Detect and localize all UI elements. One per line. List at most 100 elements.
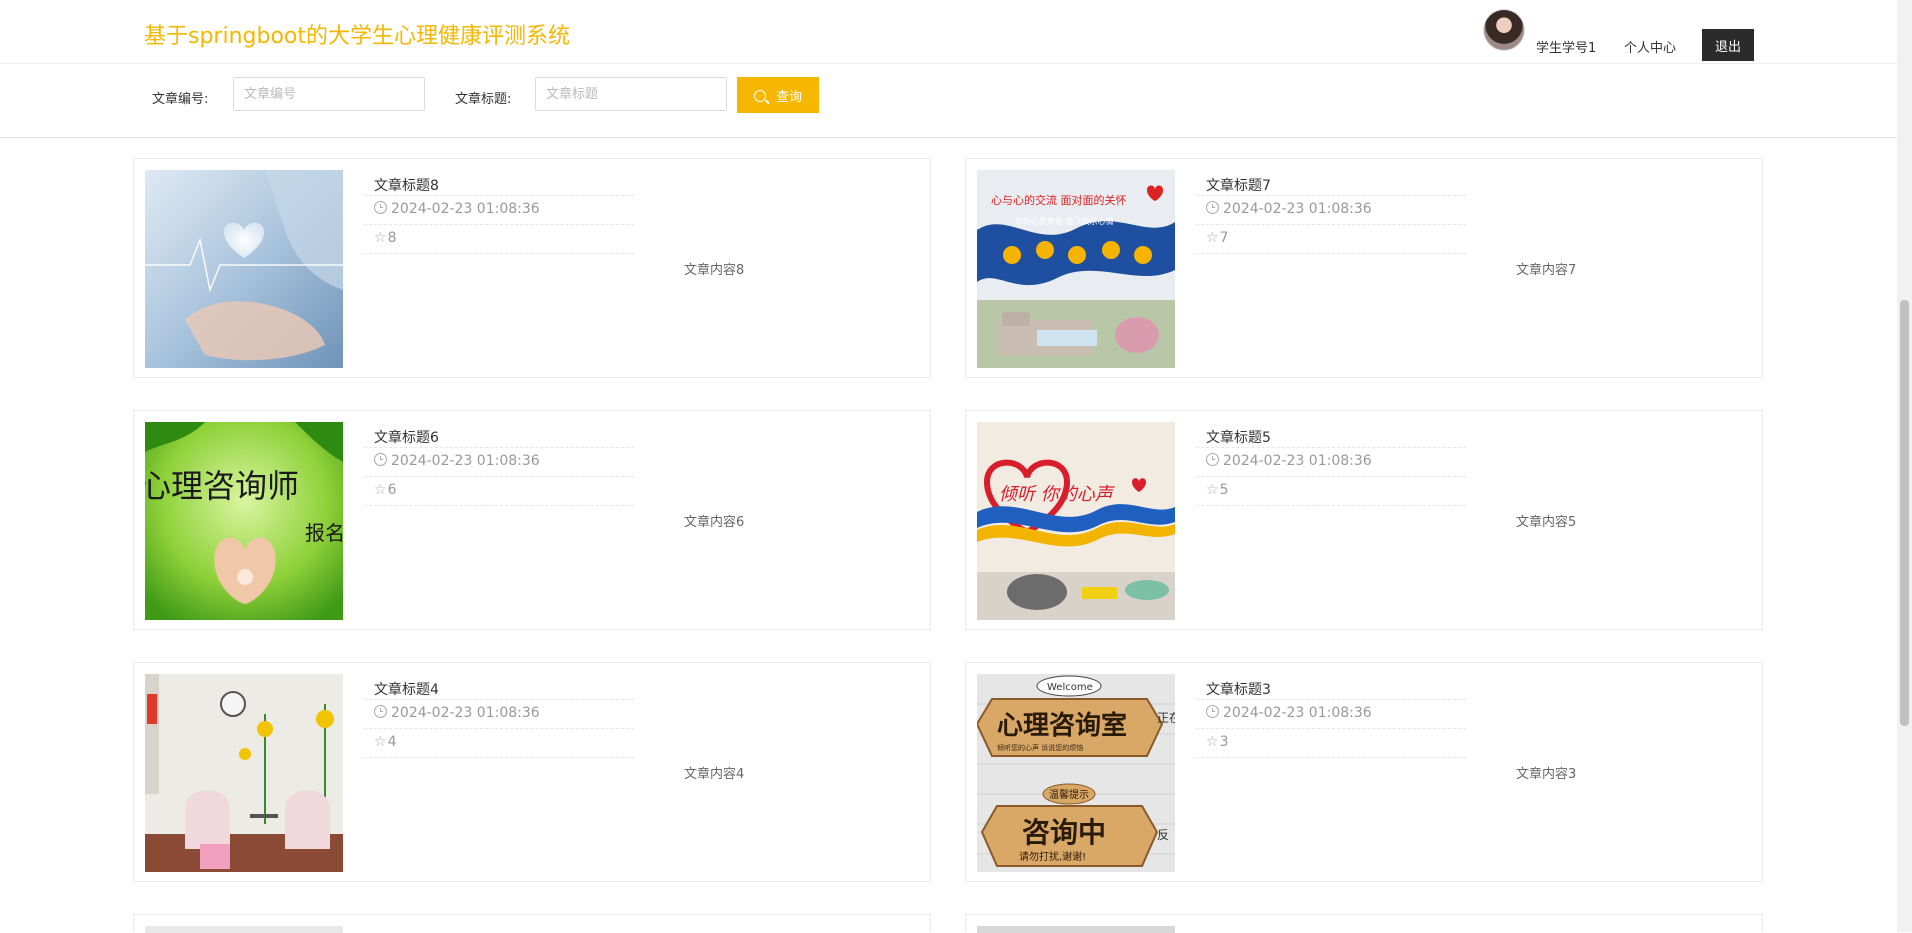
article-likes: ☆6	[374, 482, 396, 498]
article-likes-count: 3	[1219, 734, 1229, 750]
thumb-text: Welcome	[1047, 682, 1093, 693]
divider	[364, 195, 634, 196]
thumb-text: 请勿打扰,谢谢!	[1019, 850, 1086, 863]
search-button[interactable]: 查询	[737, 77, 819, 113]
divider	[364, 476, 634, 477]
thumb-text: 倾听您的心声 诉说您的烦恼	[997, 743, 1083, 752]
logout-button[interactable]: 退出	[1702, 29, 1754, 61]
article-likes-count: 8	[387, 230, 397, 246]
article-card[interactable]: 文章标题8 2024-02-23 01:08:36 ☆8 文章内容8	[133, 158, 931, 378]
divider	[1196, 757, 1466, 758]
clock-icon	[1206, 201, 1219, 214]
thumb-text: 心与心的交流 面对面的关怀	[991, 193, 1127, 207]
article-date: 2024-02-23 01:08:36	[374, 201, 540, 217]
divider	[1196, 728, 1466, 729]
article-likes: ☆4	[374, 734, 396, 750]
article-likes-count: 6	[387, 482, 397, 498]
star-icon: ☆	[1206, 230, 1219, 246]
star-icon: ☆	[1206, 482, 1219, 498]
article-content: 文章内容5	[1516, 515, 1577, 530]
article-likes: ☆5	[1206, 482, 1228, 498]
article-number-input[interactable]	[233, 77, 425, 111]
article-date: 2024-02-23 01:08:36	[1206, 453, 1372, 469]
article-likes-count: 5	[1219, 482, 1229, 498]
article-likes: ☆7	[1206, 230, 1228, 246]
article-likes: ☆3	[1206, 734, 1228, 750]
star-icon: ☆	[374, 482, 387, 498]
thumb-text: 正在	[1157, 711, 1175, 725]
thumb-text: 倾听 你的心声	[999, 484, 1116, 505]
divider	[364, 253, 634, 254]
divider	[1196, 447, 1466, 448]
article-thumbnail[interactable]: 心理咨询师 报名	[145, 422, 343, 620]
star-icon: ☆	[1206, 734, 1219, 750]
article-thumbnail[interactable]	[145, 170, 343, 368]
article-title-input[interactable]	[535, 77, 727, 111]
clock-icon	[374, 453, 387, 466]
thumb-text: 心理咨询室	[997, 710, 1127, 741]
article-thumbnail[interactable]: Welcome 心理咨询室 倾听您的心声 诉说您的烦恼 正在 温馨提示 咨询中 …	[977, 674, 1175, 872]
article-thumbnail[interactable]	[145, 674, 343, 872]
article-content: 文章内容4	[684, 767, 745, 782]
article-card[interactable]	[965, 914, 1763, 933]
divider	[364, 447, 634, 448]
article-title[interactable]: 文章标题5	[1206, 427, 1271, 447]
scrollbar-thumb[interactable]	[1900, 300, 1909, 726]
article-likes-count: 7	[1219, 230, 1229, 246]
article-title[interactable]: 文章标题4	[374, 679, 439, 699]
article-date-text: 2024-02-23 01:08:36	[391, 201, 540, 217]
divider	[1196, 224, 1466, 225]
article-date: 2024-02-23 01:08:36	[1206, 201, 1372, 217]
thumb-text: 温馨提示	[1049, 788, 1089, 801]
article-date-text: 2024-02-23 01:08:36	[1223, 201, 1372, 217]
article-date-text: 2024-02-23 01:08:36	[1223, 453, 1372, 469]
thumb-text: 反	[1157, 828, 1169, 842]
top-header: 基于springboot的大学生心理健康评测系统 学生学号1 个人中心 退出	[0, 0, 1897, 64]
article-title[interactable]: 文章标题7	[1206, 175, 1271, 195]
clock-icon	[1206, 453, 1219, 466]
thumb-text: 聆听心灵声音 放飞快乐心情	[1015, 216, 1114, 226]
article-card[interactable]: 倾听 你的心声 文章标题5 2024-02-23 01:08:36 ☆5 文章内…	[965, 410, 1763, 630]
thumb-text: 报名	[305, 521, 343, 545]
personal-center-link[interactable]: 个人中心	[1624, 37, 1676, 56]
article-date: 2024-02-23 01:08:36	[374, 705, 540, 721]
article-likes-count: 4	[387, 734, 397, 750]
article-date-text: 2024-02-23 01:08:36	[391, 453, 540, 469]
article-thumbnail[interactable]: 倾听 你的心声	[977, 422, 1175, 620]
article-number-label: 文章编号:	[152, 92, 209, 107]
clock-icon	[374, 201, 387, 214]
article-content: 文章内容8	[684, 263, 745, 278]
search-bar: 文章编号: 文章标题: 查询	[0, 64, 1897, 138]
article-thumbnail[interactable]: 心与心的交流 面对面的关怀 聆听心灵声音 放飞快乐心情	[977, 170, 1175, 368]
article-card[interactable]: Welcome 心理咨询室 倾听您的心声 诉说您的烦恼 正在 温馨提示 咨询中 …	[965, 662, 1763, 882]
search-button-label: 查询	[775, 89, 802, 105]
user-avatar[interactable]	[1484, 10, 1524, 50]
article-likes: ☆8	[374, 230, 396, 246]
article-card[interactable]: 心与心的交流 面对面的关怀 聆听心灵声音 放飞快乐心情 文章标题7 2024-0…	[965, 158, 1763, 378]
thumb-text: 咨询中	[1022, 816, 1106, 849]
article-date-text: 2024-02-23 01:08:36	[1223, 705, 1372, 721]
clock-icon	[374, 705, 387, 718]
divider	[1196, 699, 1466, 700]
article-content: 文章内容3	[1516, 767, 1577, 782]
article-content: 文章内容6	[684, 515, 745, 530]
divider	[1196, 505, 1466, 506]
divider	[364, 757, 634, 758]
clock-icon	[1206, 705, 1219, 718]
divider	[364, 728, 634, 729]
star-icon: ☆	[374, 734, 387, 750]
divider	[364, 505, 634, 506]
divider	[1196, 253, 1466, 254]
article-card[interactable]: 文章标题4 2024-02-23 01:08:36 ☆4 文章内容4	[133, 662, 931, 882]
username: 学生学号1	[1536, 41, 1597, 56]
article-title[interactable]: 文章标题6	[374, 427, 439, 447]
article-title[interactable]: 文章标题3	[1206, 679, 1271, 699]
divider	[1196, 476, 1466, 477]
article-card[interactable]	[133, 914, 931, 933]
article-date: 2024-02-23 01:08:36	[374, 453, 540, 469]
article-card[interactable]: 心理咨询师 报名 文章标题6 2024-02-23 01:08:36 ☆6 文章…	[133, 410, 931, 630]
article-date: 2024-02-23 01:08:36	[1206, 705, 1372, 721]
article-title[interactable]: 文章标题8	[374, 175, 439, 195]
divider	[1196, 195, 1466, 196]
site-title[interactable]: 基于springboot的大学生心理健康评测系统	[144, 18, 570, 50]
